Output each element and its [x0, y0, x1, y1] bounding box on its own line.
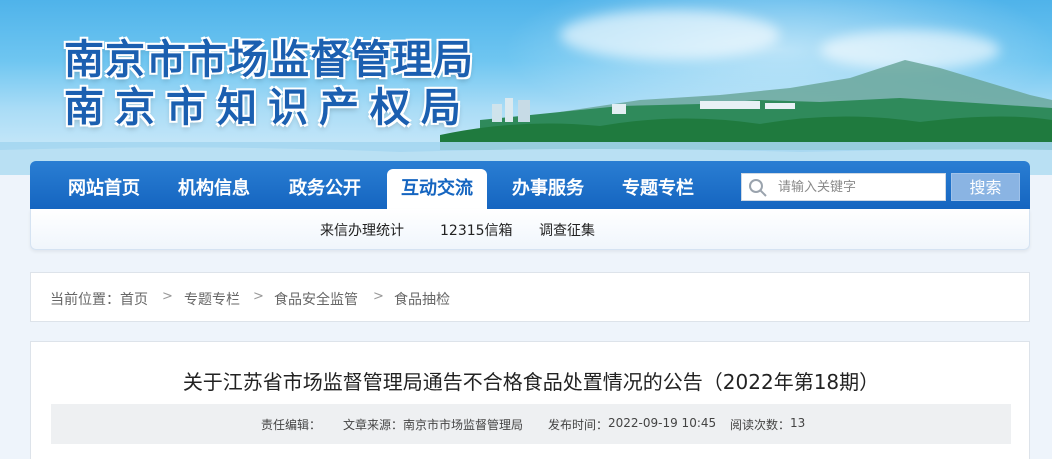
- nav-item-organization[interactable]: 机构信息: [164, 169, 264, 209]
- header-banner: 南京市市场监督管理局 南京市知识产权局: [0, 0, 1052, 175]
- nav-item-home[interactable]: 网站首页: [54, 169, 154, 209]
- meta-date-value: 2022-09-19 10:45: [608, 416, 717, 430]
- nav-item-government-affairs[interactable]: 政务公开: [275, 169, 375, 209]
- search-box: [741, 173, 946, 201]
- meta-source-label: 文章来源：: [343, 418, 404, 432]
- breadcrumb-home[interactable]: 首页: [120, 289, 148, 309]
- meta-views-label: 阅读次数：: [730, 418, 791, 432]
- article-meta-bar: 责任编辑： 文章来源： 南京市市场监督管理局 发布时间： 2022-09-19 …: [51, 404, 1011, 444]
- nav-item-special-topics[interactable]: 专题专栏: [608, 169, 708, 209]
- meta-views-value: 13: [790, 416, 806, 430]
- subnav-item-12315-mailbox[interactable]: 12315信箱: [440, 220, 513, 240]
- breadcrumb-food-inspection[interactable]: 食品抽检: [394, 289, 450, 309]
- breadcrumb-special-topics[interactable]: 专题专栏: [184, 289, 240, 309]
- sub-nav: 来信办理统计 12315信箱 调查征集: [30, 209, 1030, 250]
- search-icon: [749, 179, 767, 197]
- search-button[interactable]: 搜索: [951, 173, 1020, 201]
- subnav-item-letter-stats[interactable]: 来信办理统计: [320, 220, 404, 240]
- search-input[interactable]: [778, 177, 938, 197]
- meta-source-value: 南京市市场监督管理局: [403, 418, 524, 432]
- article-panel: 关于江苏省市场监督管理局通告不合格食品处置情况的公告（2022年第18期） 责任…: [30, 341, 1030, 459]
- nav-item-services[interactable]: 办事服务: [498, 169, 598, 209]
- site-title-line1: 南京市市场监督管理局: [64, 36, 474, 83]
- site-title-line2: 南京市知识产权局: [64, 84, 472, 131]
- subnav-item-survey[interactable]: 调查征集: [539, 220, 595, 240]
- breadcrumb: 当前位置： 首页 > 专题专栏 > 食品安全监管 > 食品抽检: [30, 272, 1030, 322]
- main-nav: 网站首页 机构信息 政务公开 互动交流 办事服务 专题专栏 搜索: [30, 161, 1030, 209]
- breadcrumb-prefix: 当前位置：: [50, 292, 120, 308]
- breadcrumb-separator: >: [373, 289, 384, 304]
- breadcrumb-separator: >: [253, 289, 264, 304]
- meta-editor-label: 责任编辑：: [261, 418, 322, 432]
- nav-item-interaction[interactable]: 互动交流: [387, 169, 487, 209]
- meta-date-label: 发布时间：: [548, 418, 609, 432]
- article-title: 关于江苏省市场监督管理局通告不合格食品处置情况的公告（2022年第18期）: [182, 370, 880, 394]
- breadcrumb-food-safety[interactable]: 食品安全监管: [274, 289, 358, 309]
- breadcrumb-separator: >: [162, 289, 173, 304]
